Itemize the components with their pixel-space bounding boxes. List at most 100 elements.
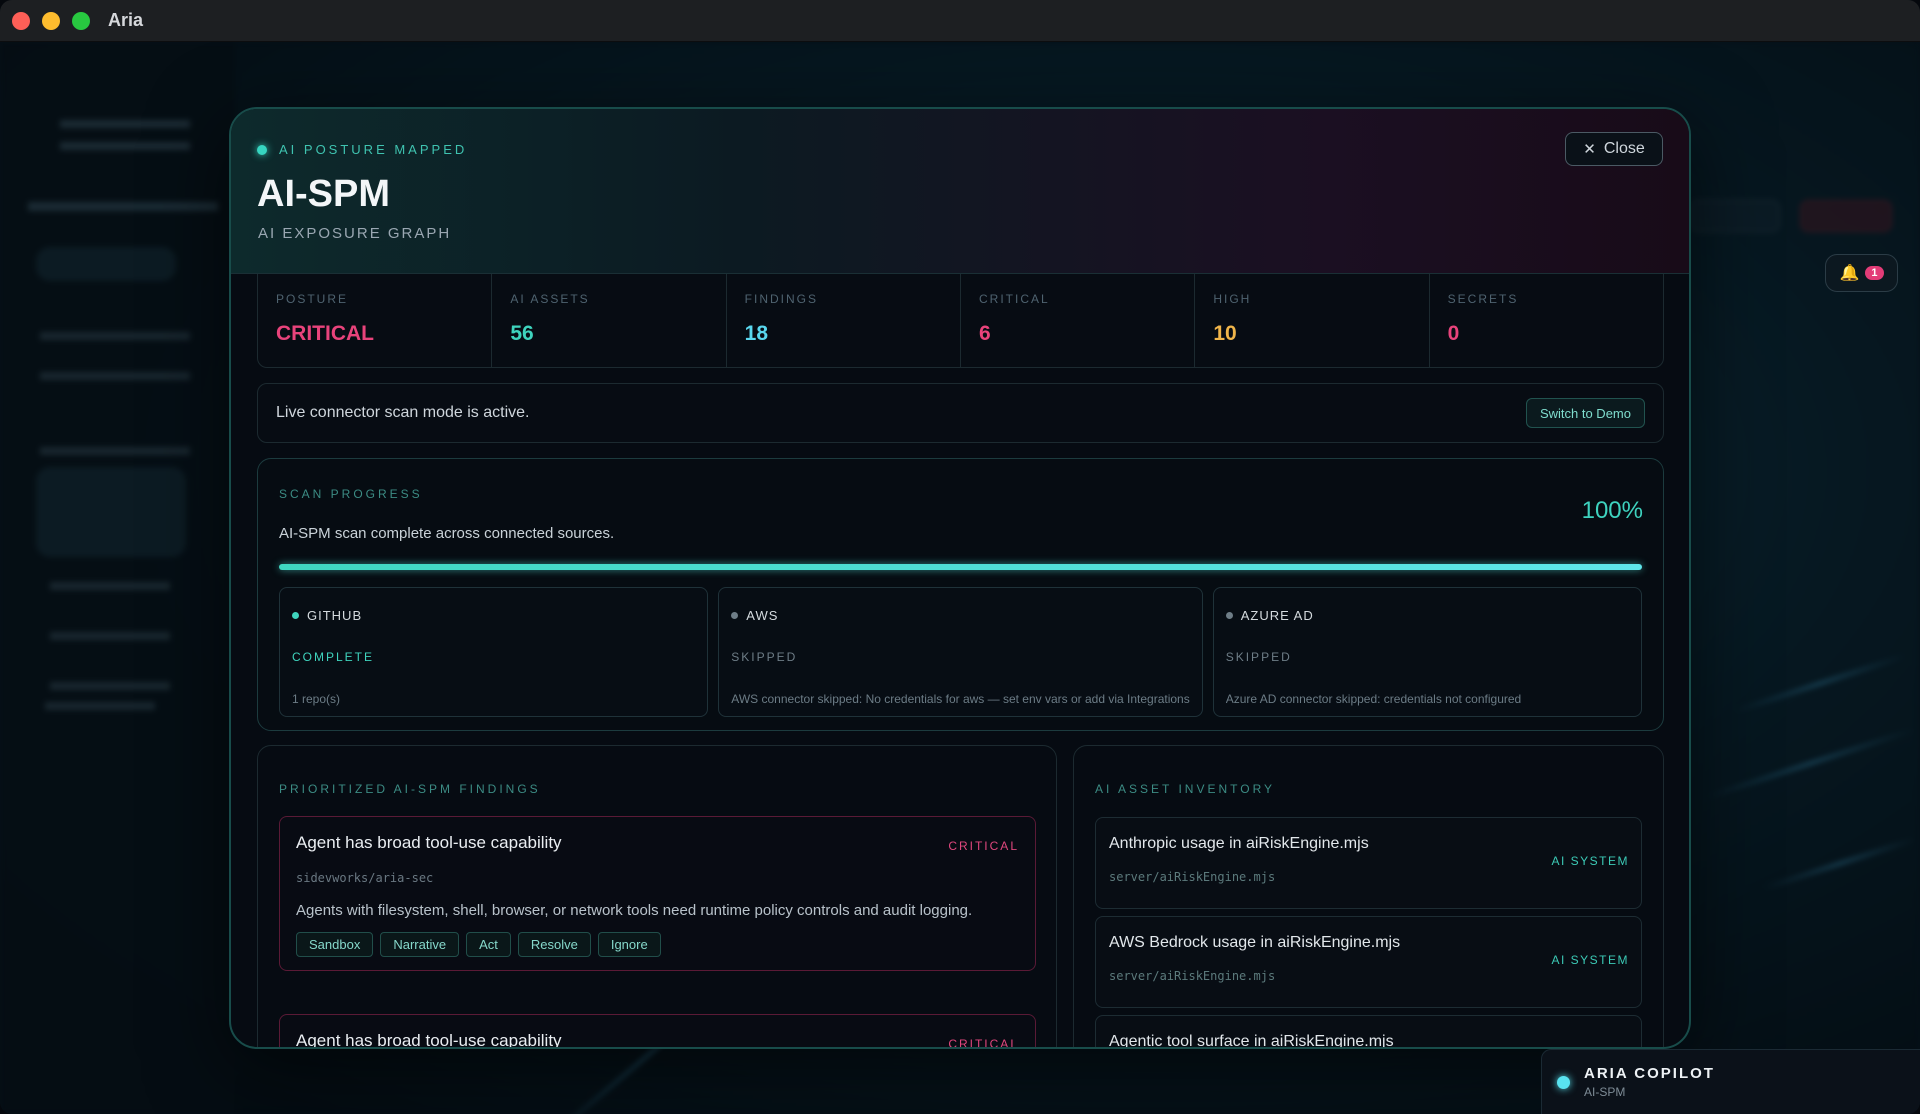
background-text-line bbox=[40, 332, 190, 340]
stat-ai-assets: AI ASSETS 56 bbox=[492, 274, 727, 367]
ignore-button[interactable]: Ignore bbox=[597, 932, 661, 957]
findings-label: PRIORITIZED AI-SPM FINDINGS bbox=[279, 782, 541, 796]
copilot-subtitle: AI-SPM bbox=[1584, 1085, 1626, 1099]
scan-progress-label: SCAN PROGRESS bbox=[279, 487, 423, 501]
scan-progress-bar bbox=[279, 564, 1642, 570]
source-card-azure-ad[interactable]: AZURE AD SKIPPED Azure AD connector skip… bbox=[1212, 587, 1642, 717]
stat-secrets: SECRETS 0 bbox=[1430, 274, 1663, 367]
asset-card[interactable]: Anthropic usage in aiRiskEngine.mjs serv… bbox=[1095, 817, 1642, 909]
status-dot-icon bbox=[257, 144, 267, 155]
maximize-window-button[interactable] bbox=[72, 11, 90, 30]
switch-to-demo-button[interactable]: Switch to Demo bbox=[1525, 398, 1645, 428]
source-detail: AWS connector skipped: No credentials fo… bbox=[731, 692, 1190, 706]
copilot-title: ARIA COPILOT bbox=[1584, 1065, 1715, 1082]
finding-card[interactable]: Agent has broad tool-use capability CRIT… bbox=[279, 1014, 1036, 1049]
asset-title: AWS Bedrock usage in aiRiskEngine.mjs bbox=[1109, 934, 1401, 951]
source-card-aws[interactable]: AWS SKIPPED AWS connector skipped: No cr… bbox=[718, 587, 1203, 717]
finding-actions: Sandbox Narrative Act Resolve Ignore bbox=[296, 932, 1019, 957]
stat-value: 18 bbox=[744, 322, 769, 345]
background-text-line bbox=[50, 632, 170, 640]
source-status-dot-icon bbox=[731, 612, 739, 619]
banner-text: Live connector scan mode is active. bbox=[276, 404, 530, 421]
findings-panel: PRIORITIZED AI-SPM FINDINGS Agent has br… bbox=[257, 745, 1057, 1049]
bell-icon: 🔔 bbox=[1839, 265, 1860, 282]
modal-header: AI POSTURE MAPPED AI-SPM AI EXPOSURE GRA… bbox=[231, 109, 1689, 274]
asset-card[interactable]: AWS Bedrock usage in aiRiskEngine.mjs se… bbox=[1095, 916, 1642, 1008]
stat-label: POSTURE bbox=[276, 292, 349, 306]
minimize-window-button[interactable] bbox=[42, 11, 60, 30]
stat-value: 56 bbox=[510, 322, 534, 345]
modal-title: AI-SPM bbox=[257, 173, 390, 215]
copilot-status-dot-icon bbox=[1557, 1075, 1570, 1089]
background-stream bbox=[1704, 728, 1916, 799]
source-status: SKIPPED bbox=[731, 650, 798, 664]
background-text-line bbox=[28, 202, 218, 211]
asset-title: Agentic tool surface in aiRiskEngine.mjs bbox=[1109, 1033, 1394, 1049]
background-text-line bbox=[40, 372, 190, 380]
background-text-line bbox=[50, 582, 170, 590]
scan-progress-card: SCAN PROGRESS 100% AI-SPM scan complete … bbox=[257, 458, 1664, 731]
background-text-line bbox=[60, 120, 190, 128]
asset-type-badge: AI SYSTEM bbox=[1551, 953, 1629, 967]
stat-posture: POSTURE CRITICAL bbox=[258, 274, 493, 367]
scan-progress-percent: 100% bbox=[1581, 497, 1643, 524]
finding-severity-badge: CRITICAL bbox=[948, 839, 1019, 853]
app-window: Aria 🔔 1 AI POSTURE MAPPED AI-SPM AI EXP… bbox=[0, 0, 1920, 1114]
modal-subtitle: AI EXPOSURE GRAPH bbox=[258, 225, 452, 242]
modal-eyebrow: AI POSTURE MAPPED bbox=[257, 142, 467, 157]
stat-label: CRITICAL bbox=[978, 292, 1050, 306]
asset-title: Anthropic usage in aiRiskEngine.mjs bbox=[1109, 835, 1369, 852]
asset-inventory-panel: AI ASSET INVENTORY Anthropic usage in ai… bbox=[1073, 745, 1664, 1049]
source-name-row: AZURE AD bbox=[1225, 608, 1629, 623]
stat-label: AI ASSETS bbox=[510, 292, 590, 306]
title-bar: Aria bbox=[0, 0, 1920, 42]
background-pill bbox=[36, 467, 186, 557]
source-name: AZURE AD bbox=[1240, 608, 1314, 623]
stat-value: 10 bbox=[1213, 322, 1237, 345]
window-title: Aria bbox=[108, 10, 144, 30]
close-window-button[interactable] bbox=[12, 11, 30, 30]
background-stream bbox=[1733, 654, 1907, 713]
inventory-label: AI ASSET INVENTORY bbox=[1095, 782, 1276, 796]
resolve-button[interactable]: Resolve bbox=[517, 932, 591, 957]
stat-high: HIGH 10 bbox=[1195, 274, 1430, 367]
copilot-text: ARIA COPILOT AI-SPM bbox=[1584, 1065, 1715, 1099]
asset-card[interactable]: Agentic tool surface in aiRiskEngine.mjs… bbox=[1095, 1015, 1642, 1049]
stat-label: FINDINGS bbox=[744, 292, 818, 306]
asset-path: server/aiRiskEngine.mjs bbox=[1109, 870, 1276, 884]
background-header-button bbox=[1800, 200, 1892, 232]
source-name: GITHUB bbox=[307, 608, 363, 623]
close-icon: ✕ bbox=[1583, 141, 1596, 158]
source-name-row: GITHUB bbox=[292, 608, 695, 623]
background-stream bbox=[1763, 837, 1917, 890]
source-status-dot-icon bbox=[292, 612, 299, 619]
source-detail: Azure AD connector skipped: credentials … bbox=[1225, 692, 1522, 706]
source-detail: 1 repo(s) bbox=[292, 692, 341, 706]
finding-title: Agent has broad tool-use capability bbox=[296, 1031, 562, 1049]
background-text-line bbox=[50, 682, 170, 690]
eyebrow-text: AI POSTURE MAPPED bbox=[279, 142, 468, 157]
stat-label: SECRETS bbox=[1447, 292, 1519, 306]
finding-title: Agent has broad tool-use capability bbox=[296, 833, 562, 852]
stat-value: 0 bbox=[1447, 322, 1460, 345]
aria-copilot-launcher[interactable]: ARIA COPILOT AI-SPM bbox=[1541, 1049, 1920, 1114]
background-text-line bbox=[60, 142, 190, 150]
act-button[interactable]: Act bbox=[466, 932, 511, 957]
source-status-dot-icon bbox=[1225, 612, 1233, 619]
source-status: COMPLETE bbox=[292, 650, 375, 664]
scan-progress-description: AI-SPM scan complete across connected so… bbox=[279, 525, 615, 542]
finding-repo: sidevworks/aria-sec bbox=[296, 871, 434, 885]
finding-card[interactable]: Agent has broad tool-use capability CRIT… bbox=[279, 816, 1036, 971]
sandbox-button[interactable]: Sandbox bbox=[296, 932, 374, 957]
source-status: SKIPPED bbox=[1225, 650, 1292, 664]
source-name: AWS bbox=[746, 608, 779, 623]
live-scan-banner: Live connector scan mode is active. Swit… bbox=[257, 383, 1664, 443]
notifications-button[interactable]: 🔔 1 bbox=[1825, 254, 1898, 292]
stat-value: 6 bbox=[978, 322, 991, 345]
scan-sources: GITHUB COMPLETE 1 repo(s) AWS SKIPPED AW… bbox=[279, 587, 1642, 717]
close-button[interactable]: ✕ Close bbox=[1565, 132, 1663, 166]
asset-type-badge: AI SYSTEM bbox=[1551, 854, 1629, 868]
source-card-github[interactable]: GITHUB COMPLETE 1 repo(s) bbox=[279, 587, 709, 717]
posture-stats: POSTURE CRITICAL AI ASSETS 56 FINDINGS 1… bbox=[257, 274, 1664, 368]
narrative-button[interactable]: Narrative bbox=[380, 932, 460, 957]
